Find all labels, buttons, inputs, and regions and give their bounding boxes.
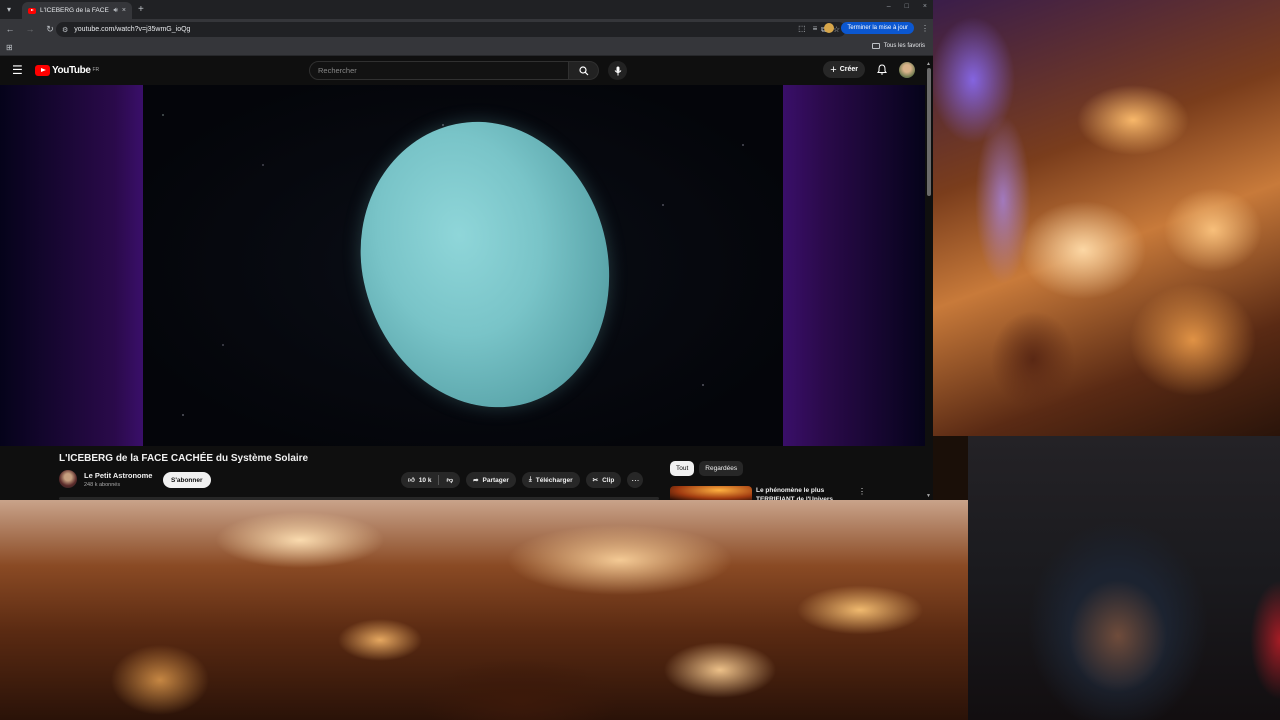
share-icon: ➦ — [473, 477, 479, 484]
tab-title: L'ICEBERG de la FACE CACHÉE — [40, 7, 109, 14]
youtube-play-icon — [35, 64, 50, 76]
download-label: Télécharger — [535, 476, 573, 484]
subscriber-count: 248 k abonnés — [84, 482, 121, 488]
channel-name[interactable]: Le Petit Astronome — [84, 471, 152, 480]
all-bookmarks-button[interactable]: Tous les favoris — [871, 43, 925, 49]
like-count[interactable]: 10 k — [419, 477, 432, 484]
clip-label: Clip — [602, 476, 615, 484]
microphone-icon — [614, 66, 621, 75]
folder-icon — [871, 43, 880, 49]
tab-search-icon[interactable]: ▾ — [0, 1, 18, 19]
download-icon: ⤓ — [528, 476, 532, 483]
youtube-wordmark: YouTube — [52, 64, 91, 76]
create-button[interactable]: + Créer — [823, 61, 865, 78]
dislike-icon[interactable]: 👎︎ — [446, 476, 453, 484]
bookmarks-bar: ⊞ Tous les favoris — [0, 39, 933, 56]
youtube-header: ☰ YouTube FR + Créer — [0, 56, 933, 84]
video-metadata: L'ICEBERG de la FACE CACHÉE du Système S… — [0, 446, 925, 500]
video-player[interactable] — [0, 85, 925, 446]
scrollbar-thumb[interactable] — [927, 68, 931, 196]
address-url[interactable]: youtube.com/watch?v=j35wmG_ioQg — [74, 26, 815, 33]
share-label: Partager — [482, 476, 509, 484]
tab-close-icon[interactable]: × — [122, 7, 126, 14]
country-code: FR — [92, 66, 100, 73]
create-label: Créer — [839, 66, 858, 73]
page-scrollbar[interactable]: ▲ ▼ — [925, 59, 933, 500]
background-art-bottom — [0, 500, 968, 720]
browser-toolbar: ← → ↻ ⚙︎ youtube.com/watch?v=j35wmG_ioQg… — [0, 19, 933, 39]
back-icon[interactable]: ← — [4, 24, 16, 34]
update-button[interactable]: Terminer la mise à jour — [841, 22, 914, 34]
browser-window: ▾ L'ICEBERG de la FACE CACHÉE 🔊︎ × + – □… — [0, 0, 933, 500]
background-art-right — [933, 0, 1280, 436]
download-button[interactable]: ⤓ Télécharger — [521, 472, 580, 488]
video-frame — [143, 85, 783, 446]
forward-icon[interactable]: → — [24, 24, 36, 34]
search-box — [309, 61, 599, 80]
recommendation-title[interactable]: Le phénomène le plus TERRIFIANT de l'Uni… — [756, 486, 856, 500]
youtube-logo[interactable]: YouTube FR — [35, 64, 100, 76]
close-window-button[interactable]: × — [923, 3, 927, 10]
description-box-edge — [59, 497, 659, 500]
like-icon[interactable]: 👍︎ — [408, 476, 415, 484]
plus-icon: + — [830, 63, 837, 76]
search-input[interactable] — [309, 61, 569, 80]
browser-tab[interactable]: L'ICEBERG de la FACE CACHÉE 🔊︎ × — [22, 2, 132, 19]
scroll-down-icon[interactable]: ▼ — [926, 493, 931, 499]
chip-all[interactable]: Tout — [670, 461, 695, 476]
more-actions-icon[interactable]: ⋯ — [627, 472, 644, 488]
like-dislike-group: 👍︎ 10 k 👎︎ — [401, 472, 461, 488]
apps-grid-icon[interactable]: ⊞ — [6, 43, 13, 52]
search-icon — [578, 65, 588, 75]
clip-button[interactable]: ✂ Clip — [585, 472, 622, 488]
extensions-icon[interactable]: ⬚ — [798, 24, 806, 33]
reload-icon[interactable]: ↻ — [44, 24, 56, 35]
recommendation-thumbnail[interactable] — [670, 486, 752, 500]
notifications-bell-icon[interactable] — [875, 64, 889, 75]
subscribe-button[interactable]: S'abonner — [163, 472, 211, 488]
share-button[interactable]: ➦ Partager — [466, 472, 516, 488]
maximize-button[interactable]: □ — [905, 3, 909, 10]
scroll-up-icon[interactable]: ▲ — [926, 61, 931, 67]
minimize-button[interactable]: – — [887, 3, 891, 10]
all-bookmarks-label: Tous les favoris — [883, 43, 925, 49]
channel-avatar[interactable] — [59, 470, 77, 488]
tab-strip: ▾ L'ICEBERG de la FACE CACHÉE 🔊︎ × + – □… — [0, 0, 933, 19]
recommendation-chips: Tout Regardées — [670, 461, 744, 476]
site-info-icon[interactable]: ⚙︎ — [62, 26, 68, 34]
youtube-favicon-icon — [28, 7, 36, 14]
webcam-overlay — [968, 436, 1280, 720]
video-title: L'ICEBERG de la FACE CACHÉE du Système S… — [59, 453, 309, 464]
address-bar[interactable]: ⚙︎ youtube.com/watch?v=j35wmG_ioQg ⧉ ☆ — [56, 22, 846, 37]
scissors-icon: ✂ — [592, 477, 599, 484]
chip-watched[interactable]: Regardées — [699, 461, 744, 476]
speaker-icon[interactable]: 🔊︎ — [113, 7, 117, 15]
recommendation-menu-icon[interactable]: ⋮ — [858, 487, 866, 496]
video-letterbox-right — [782, 85, 925, 446]
hamburger-menu-icon[interactable]: ☰ — [12, 63, 26, 77]
account-avatar[interactable] — [899, 61, 915, 78]
profile-icon[interactable] — [824, 23, 835, 33]
new-tab-button[interactable]: + — [138, 4, 144, 15]
media-controls-icon[interactable]: ≡ — [813, 24, 818, 33]
menu-kebab-icon[interactable]: ⋮ — [921, 24, 929, 33]
voice-search-button[interactable] — [608, 61, 627, 80]
search-button[interactable] — [569, 61, 599, 80]
video-letterbox-left — [0, 85, 143, 446]
